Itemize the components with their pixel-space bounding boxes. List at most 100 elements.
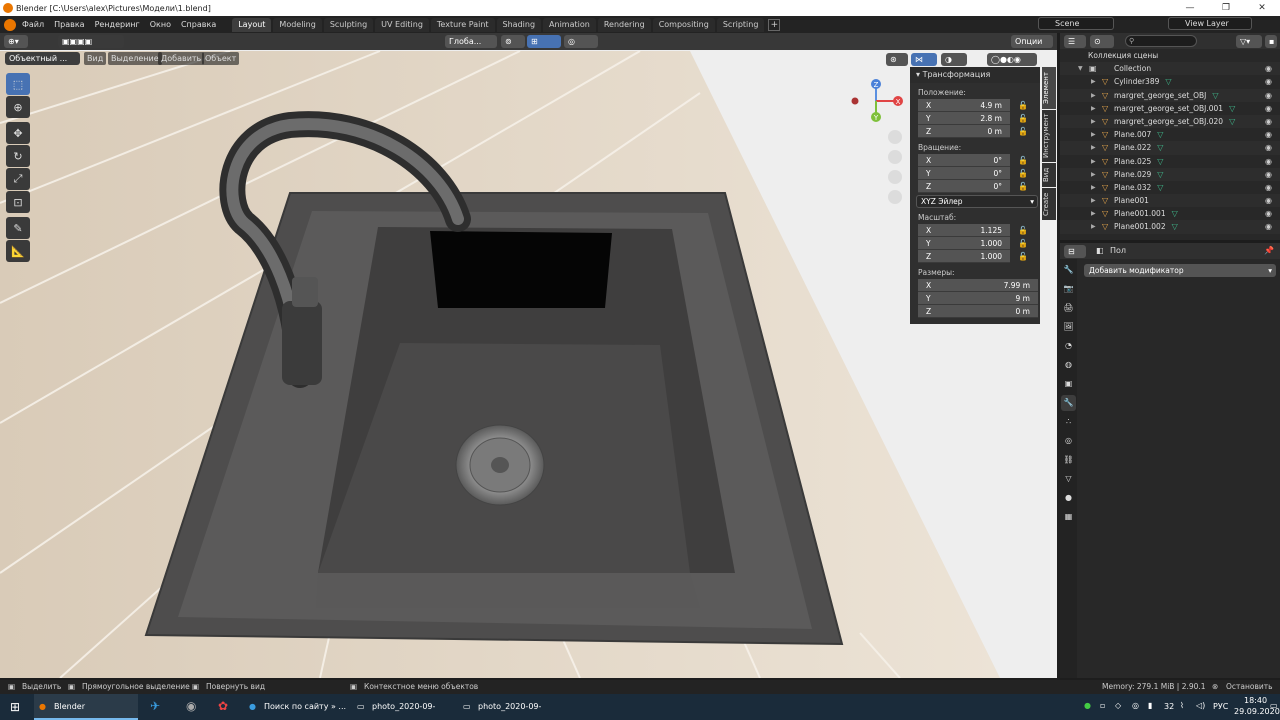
perspective-grid-icon[interactable] <box>888 190 902 204</box>
snap-button[interactable]: ⊞ <box>527 35 561 48</box>
tab-rendering[interactable]: Rendering <box>597 17 651 32</box>
tray-icon[interactable]: ◎ <box>1132 701 1139 710</box>
display-mode-icon[interactable]: ⊙ <box>1090 35 1114 48</box>
overlays-toggle[interactable]: ⋈ <box>911 53 937 66</box>
viewport-menu-view[interactable]: Вид <box>84 52 107 65</box>
lock-icon[interactable]: 🔓 <box>1018 167 1028 180</box>
new-collection-icon[interactable]: ▪ <box>1265 35 1277 48</box>
outliner-item[interactable]: ▶ ▽ margret_george_set_OBJ.001 ▽ ◉ <box>1060 102 1280 115</box>
visibility-eye-icon[interactable]: ◉ <box>1265 168 1272 181</box>
visibility-eye-icon[interactable]: ◉ <box>1265 181 1272 194</box>
visibility-eye-icon[interactable]: ◉ <box>1265 62 1272 75</box>
editor-type-button[interactable]: ⊕▾ <box>4 35 28 48</box>
tab-sculpting[interactable]: Sculpting <box>323 17 374 32</box>
navigation-gizmo[interactable]: Z X Y <box>846 75 910 205</box>
visibility-eye-icon[interactable]: ◉ <box>1265 141 1272 154</box>
scene-tab-icon[interactable]: ◔ <box>1061 338 1076 354</box>
filter-icon[interactable]: ▽▾ <box>1236 35 1262 48</box>
mode-dropdown[interactable]: Объектный ... <box>5 52 80 65</box>
visibility-eye-icon[interactable]: ◉ <box>1265 75 1272 88</box>
taskbar-photo-1[interactable]: ▭photo_2020-09-27_... <box>352 694 456 720</box>
outliner-collection[interactable]: ▼ ▣ Collection ◉ <box>1060 62 1280 76</box>
viewport-menu-select[interactable]: Выделение <box>108 52 162 65</box>
shading-mode-buttons[interactable]: ◯●◐◉ <box>987 53 1037 66</box>
scene-selector[interactable]: Scene <box>1038 17 1114 30</box>
lock-icon[interactable]: 🔓 <box>1018 180 1028 193</box>
tab-uv-editing[interactable]: UV Editing <box>375 17 429 32</box>
scale-y-field[interactable]: Y 1.000 🔓 <box>918 237 1028 250</box>
rotate-tool-icon[interactable]: ↻ <box>6 145 30 167</box>
visibility-eye-icon[interactable]: ◉ <box>1265 220 1272 233</box>
zoom-icon[interactable] <box>888 130 902 144</box>
modifier-tab-icon[interactable]: 🔧 <box>1061 395 1076 411</box>
outliner-item[interactable]: ▶ ▽ Cylinder389 ▽ ◉ <box>1060 75 1280 88</box>
visibility-eye-icon[interactable]: ◉ <box>1265 128 1272 141</box>
outliner-item[interactable]: ▶ ▽ Plane.029 ▽ ◉ <box>1060 167 1280 181</box>
dimensions-x-field[interactable]: X 7.99 m <box>918 279 1038 292</box>
lock-icon[interactable]: 🔓 <box>1018 125 1028 138</box>
outliner-item[interactable]: ▶ ▽ margret_george_set_OBJ.020 ▽ ◉ <box>1060 114 1280 129</box>
viewport-menu-add[interactable]: Добавить <box>158 52 205 65</box>
outliner-item[interactable]: ▶ ▽ Plane.025 ▽ ◉ <box>1060 155 1280 168</box>
scale-tool-icon[interactable]: ⤢ <box>6 168 30 190</box>
menu-help[interactable]: Справка <box>181 20 216 29</box>
transform-panel-header[interactable]: ▾ Трансформация <box>910 67 1040 83</box>
battery-icon[interactable]: ▮ <box>1148 701 1152 710</box>
tab-item[interactable]: Элемент <box>1042 67 1056 109</box>
outliner-scene-collection[interactable]: Коллекция сцены <box>1060 49 1280 62</box>
location-y-field[interactable]: Y 2.8 m 🔓 <box>918 112 1028 125</box>
world-tab-icon[interactable]: ◍ <box>1061 357 1076 373</box>
rotation-y-field[interactable]: Y 0° 🔓 <box>918 167 1028 180</box>
annotate-tool-icon[interactable]: ✎ <box>6 217 30 239</box>
taskbar-browser[interactable]: ● Поиск по сайту » ... <box>244 694 348 720</box>
outliner-search-input[interactable]: ⚲ <box>1125 35 1197 47</box>
outliner-item[interactable]: ▶ ▽ Plane.022 ▽ ◉ <box>1060 141 1280 155</box>
visibility-eye-icon[interactable]: ◉ <box>1265 194 1272 207</box>
data-tab-icon[interactable]: ▽ <box>1061 471 1076 487</box>
taskbar-blender[interactable]: ●Blender [C:\Users\a... <box>34 694 138 720</box>
notification-icon[interactable]: ▭ <box>1270 701 1278 710</box>
transform-tool-icon[interactable]: ⊡ <box>6 191 30 213</box>
language-indicator[interactable]: РУС <box>1213 702 1228 711</box>
dimensions-z-field[interactable]: Z0 m <box>918 305 1038 318</box>
tray-icon[interactable]: ◇ <box>1115 701 1121 710</box>
chrome-icon[interactable]: ◉ <box>186 699 196 713</box>
tab-shading[interactable]: Shading <box>496 17 542 32</box>
particles-tab-icon[interactable]: ∴ <box>1061 414 1076 430</box>
lock-icon[interactable]: 🔓 <box>1018 154 1028 167</box>
tray-icon[interactable]: ● <box>1084 701 1091 710</box>
tab-compositing[interactable]: Compositing <box>652 17 715 32</box>
view-layer-selector[interactable]: View Layer <box>1168 17 1252 30</box>
pin-icon[interactable]: 📌 <box>1264 243 1274 259</box>
tab-scripting[interactable]: Scripting <box>716 17 765 32</box>
lock-icon[interactable]: 🔓 <box>1018 250 1028 263</box>
lock-icon[interactable]: 🔓 <box>1018 99 1028 112</box>
app-icon[interactable]: ✿ <box>218 699 228 713</box>
viewport-gizmo-toggle[interactable]: ⊛ <box>886 53 908 66</box>
view-layer-tab-icon[interactable]: 🖼 <box>1061 319 1076 335</box>
render-tab-icon[interactable]: 📷 <box>1061 281 1076 297</box>
scale-z-field[interactable]: Z 1.000 🔓 <box>918 250 1028 263</box>
blender-menu-icon[interactable] <box>4 18 16 31</box>
menu-edit[interactable]: Правка <box>54 20 84 29</box>
location-z-field[interactable]: Z0 m 🔓 <box>918 125 1028 138</box>
menu-render[interactable]: Рендеринг <box>95 20 140 29</box>
measure-tool-icon[interactable]: 📐 <box>6 240 30 262</box>
rotation-mode-dropdown[interactable]: XYZ Эйлер ▾ <box>916 195 1038 208</box>
minimize-button[interactable]: — <box>1172 0 1208 16</box>
tab-layout[interactable]: Layout <box>232 17 272 32</box>
gizmo-neg-x-axis[interactable] <box>851 97 859 105</box>
viewport-menu-object[interactable]: Объект <box>202 52 240 65</box>
proportional-edit-button[interactable]: ◎ <box>564 35 598 48</box>
stop-button[interactable]: Остановить <box>1226 680 1273 694</box>
tray-icon[interactable]: ▫ <box>1100 701 1105 710</box>
pivot-point-button[interactable]: ⊚ <box>501 35 525 48</box>
windows-start-icon[interactable]: ⊞ <box>10 700 20 714</box>
rotation-x-field[interactable]: X 0° 🔓 <box>918 154 1028 167</box>
collapse-triangle-icon[interactable]: ▼ <box>1078 62 1083 75</box>
outliner-item[interactable]: ▶ ▽ margret_george_set_OBJ ▽ ◉ <box>1060 88 1280 102</box>
xray-toggle[interactable]: ◑ <box>941 53 967 66</box>
stop-icon[interactable]: ⊗ <box>1212 680 1218 694</box>
transform-orientation-dropdown[interactable]: Глоба... <box>445 35 497 48</box>
rotation-z-field[interactable]: Z 0° 🔓 <box>918 180 1028 193</box>
